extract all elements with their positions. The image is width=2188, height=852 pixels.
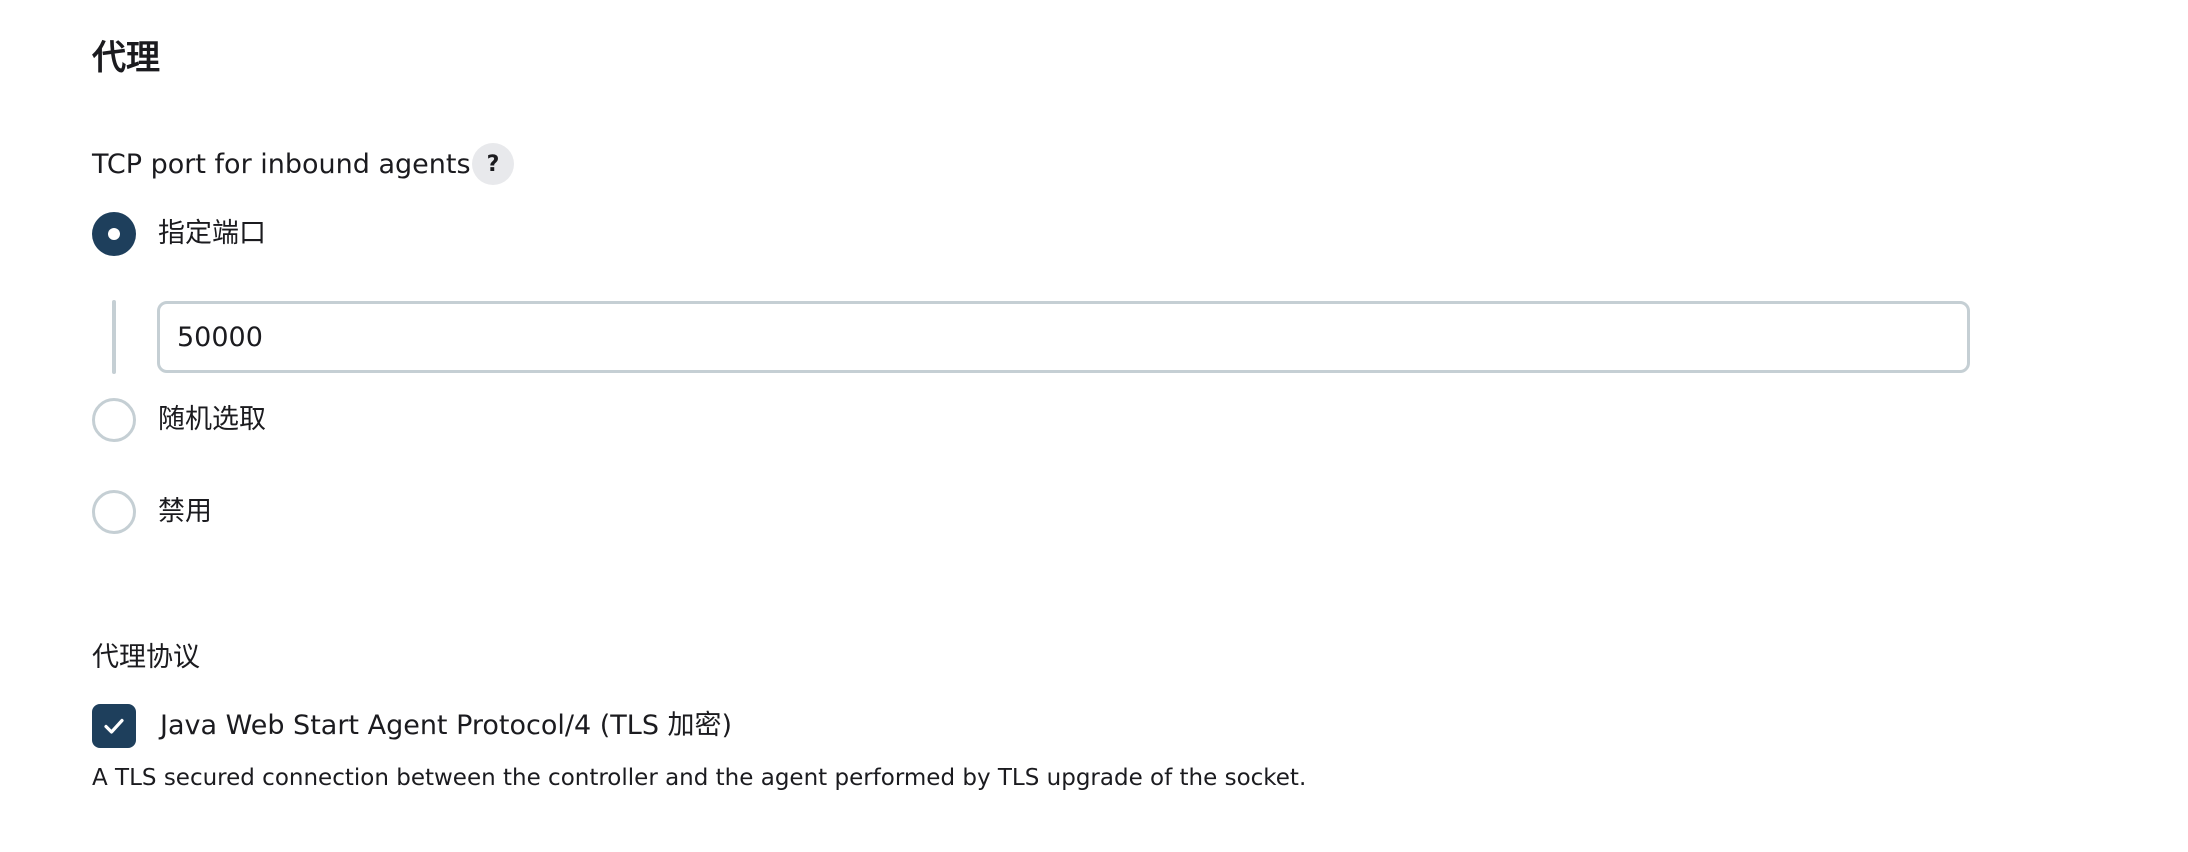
radio-disable-label: 禁用 <box>158 496 212 527</box>
radio-random-label: 随机选取 <box>158 404 266 435</box>
protocol-checkbox-label: Java Web Start Agent Protocol/4 (TLS 加密) <box>160 710 733 741</box>
port-number-input[interactable] <box>157 301 1970 373</box>
radio-fixed-port-label: 指定端口 <box>158 218 266 249</box>
radio-option-random[interactable]: 随机选取 <box>92 398 266 442</box>
protocol-description: A TLS secured connection between the con… <box>92 765 1307 791</box>
protocol-checkbox[interactable] <box>92 704 136 748</box>
protocol-checkbox-row[interactable]: Java Web Start Agent Protocol/4 (TLS 加密) <box>92 704 732 748</box>
nested-indicator-bar <box>112 300 116 374</box>
radio-option-disable[interactable]: 禁用 <box>92 490 212 534</box>
help-button[interactable]: ? <box>472 143 514 185</box>
checkmark-icon <box>104 718 124 734</box>
radio-disable-control[interactable] <box>92 490 136 534</box>
radio-option-fixed-port[interactable]: 指定端口 <box>92 212 266 256</box>
radio-fixed-port-control[interactable] <box>92 212 136 256</box>
section-title: 代理 <box>92 38 160 78</box>
radio-random-control[interactable] <box>92 398 136 442</box>
tcp-port-label: TCP port for inbound agents <box>92 149 471 180</box>
agent-protocols-title: 代理协议 <box>92 642 200 673</box>
